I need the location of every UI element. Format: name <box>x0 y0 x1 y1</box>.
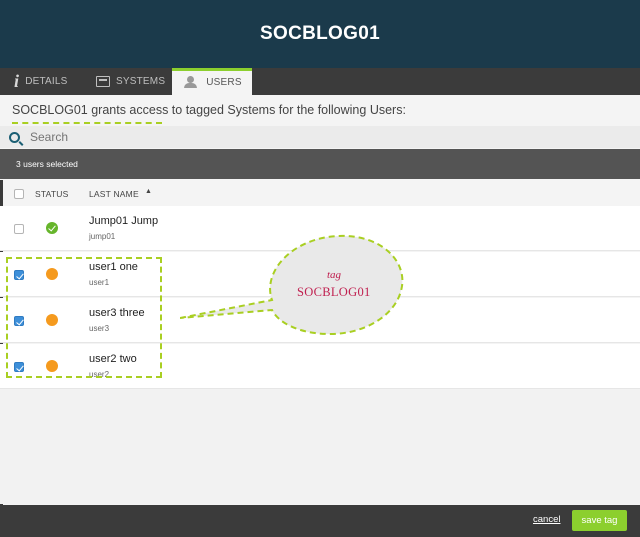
tab-bar: i DETAILS SYSTEMS USERS <box>0 68 640 95</box>
row-checkbox[interactable] <box>14 224 24 234</box>
tab-systems-label: SYSTEMS <box>116 76 166 87</box>
column-last-name[interactable]: LAST NAME <box>89 189 139 199</box>
info-icon: i <box>14 71 20 91</box>
annotation-underline <box>12 122 162 124</box>
user-display-name: Jump01 Jump <box>89 215 159 227</box>
systems-icon <box>96 76 110 87</box>
annotation-speech-bubble <box>180 234 404 336</box>
status-active-icon <box>46 222 58 234</box>
annotation-line2: SOCBLOG01 <box>297 285 371 299</box>
user-username: jump01 <box>89 232 116 241</box>
select-all-checkbox[interactable] <box>14 189 24 199</box>
table-header: STATUS LAST NAME ▲ <box>0 180 640 206</box>
save-tag-button[interactable]: save tag <box>572 510 627 531</box>
search-bar <box>0 126 640 148</box>
access-description: SOCBLOG01 grants access to tagged System… <box>12 103 406 117</box>
cancel-link[interactable]: cancel <box>533 514 560 525</box>
annotation-selection-box <box>6 257 162 378</box>
list-empty-space <box>0 389 640 504</box>
modal-header: SOCBLOG01 <box>0 0 640 68</box>
tab-systems[interactable]: SYSTEMS <box>96 68 165 95</box>
tab-users[interactable]: USERS <box>172 68 252 95</box>
tab-details[interactable]: i DETAILS <box>14 68 68 95</box>
modal-footer: cancel save tag <box>0 505 640 537</box>
column-status[interactable]: STATUS <box>35 189 68 199</box>
tab-details-label: DETAILS <box>25 76 68 87</box>
search-icon <box>9 131 20 143</box>
modal-window: SOCBLOG01 i DETAILS SYSTEMS USERS SOCBLO… <box>0 0 640 537</box>
selection-count: 3 users selected <box>0 149 640 179</box>
search-input[interactable] <box>30 130 230 144</box>
modal-title: SOCBLOG01 <box>260 23 380 44</box>
tab-users-label: USERS <box>206 76 242 88</box>
annotation-line1: tag <box>327 269 342 281</box>
sort-ascending-icon: ▲ <box>145 188 153 195</box>
users-icon <box>182 76 200 88</box>
